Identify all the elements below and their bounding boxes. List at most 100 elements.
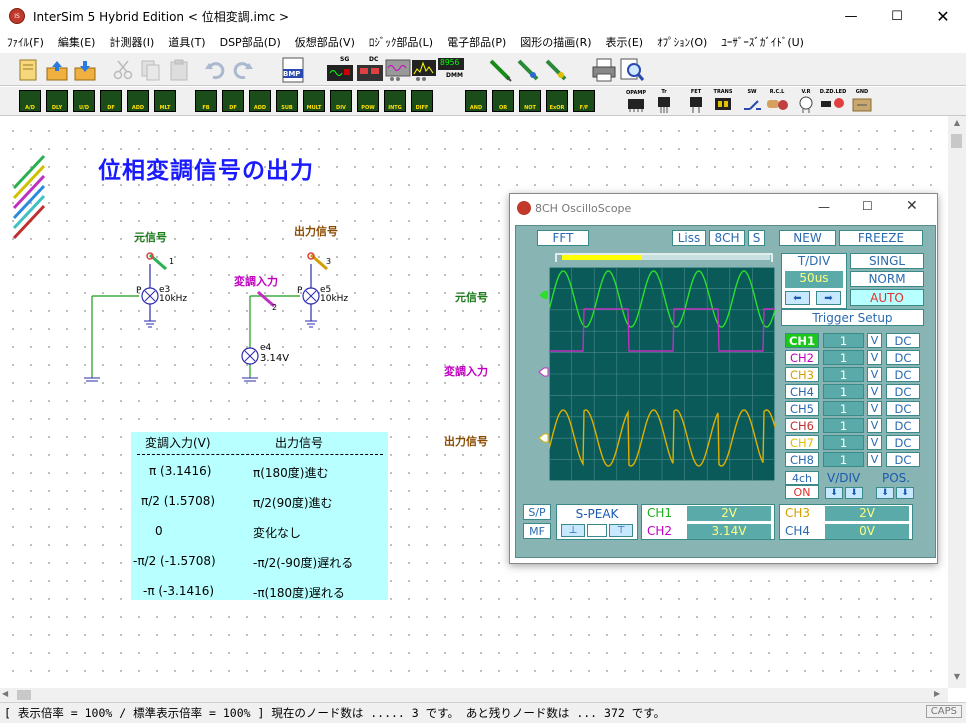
new-file-icon[interactable]: [17, 58, 39, 82]
print-preview-icon[interactable]: [619, 57, 645, 83]
ch5-volts[interactable]: 1: [823, 401, 864, 416]
freeze-button[interactable]: FREEZE: [839, 230, 923, 246]
spectrum-analyzer-icon[interactable]: [411, 57, 437, 83]
vertical-scrollbar[interactable]: ▲ ▼: [948, 116, 966, 688]
liss-button[interactable]: Liss: [672, 230, 706, 246]
fet-part-icon[interactable]: FET: [684, 88, 708, 114]
ch6-volts[interactable]: 1: [823, 418, 864, 433]
fft-button[interactable]: FFT: [537, 230, 589, 246]
scroll-down-arrow-icon[interactable]: ▼: [951, 672, 963, 684]
sp-button[interactable]: S/P: [523, 504, 551, 520]
menu-logic-parts[interactable]: ﾛｼﾞｯｸ部品(L): [362, 34, 440, 50]
ground-part-icon[interactable]: GND: [850, 88, 874, 114]
rcl-part-icon[interactable]: R.C.L: [764, 88, 790, 114]
undo-icon[interactable]: [203, 58, 227, 82]
vertical-scroll-thumb[interactable]: [951, 134, 962, 148]
ch5-name[interactable]: CH5: [785, 401, 819, 416]
logic-ff-button[interactable]: F/F: [573, 90, 595, 112]
tdiv-left-arrow-icon[interactable]: ⬅: [785, 291, 810, 305]
ch6-coupling[interactable]: DC: [886, 418, 920, 433]
save-file-icon[interactable]: [73, 58, 97, 82]
new-button[interactable]: NEW: [779, 230, 836, 246]
menu-options[interactable]: ｵﾌﾟｼｮﾝ(O): [650, 34, 714, 50]
ch4-coupling[interactable]: DC: [886, 384, 920, 399]
minimize-button[interactable]: —: [828, 0, 874, 32]
ch3-volts[interactable]: 1: [823, 367, 864, 382]
trigger-setup-button[interactable]: Trigger Setup: [781, 309, 924, 326]
trigger-position-bar[interactable]: [554, 252, 774, 264]
probe-green-icon[interactable]: [487, 57, 513, 83]
ch1-volts[interactable]: 1: [823, 333, 864, 348]
ch4-name[interactable]: CH4: [785, 384, 819, 399]
ch1-name[interactable]: CH1: [785, 333, 819, 348]
speak-low-icon[interactable]: ⊥: [561, 524, 585, 537]
switch-part-icon[interactable]: SW: [740, 88, 764, 114]
dc-source-icon[interactable]: DC: [356, 56, 384, 83]
logic-not-button[interactable]: NOT: [519, 90, 541, 112]
probe-yellow-icon[interactable]: [543, 57, 569, 83]
ch8-coupling[interactable]: DC: [886, 452, 920, 467]
single-trigger-button[interactable]: SINGL: [850, 253, 924, 269]
speak-mid-button[interactable]: [587, 524, 607, 537]
menu-virtual-parts[interactable]: 仮想部品(V): [288, 34, 362, 50]
scope-close-button[interactable]: ✕: [906, 198, 920, 214]
dsp-ud-button[interactable]: U/D: [73, 90, 95, 112]
ch4-volts[interactable]: 1: [823, 384, 864, 399]
scroll-up-arrow-icon[interactable]: ▲: [951, 118, 963, 130]
dsp-add-button[interactable]: ADD: [127, 90, 149, 112]
ch8-name[interactable]: CH8: [785, 452, 819, 467]
virtual-df-button[interactable]: DF: [222, 90, 244, 112]
menu-instruments[interactable]: 計測器(I): [102, 34, 161, 50]
maximize-button[interactable]: ☐: [874, 0, 920, 32]
ch3-name[interactable]: CH3: [785, 367, 819, 382]
vdiv-up-arrow-icon[interactable]: ⬇: [845, 487, 863, 499]
speak-high-icon[interactable]: ⊤: [609, 524, 633, 537]
virtual-pow-button[interactable]: POW: [357, 90, 379, 112]
app-icon[interactable]: IS: [9, 8, 25, 24]
ch7-volts[interactable]: 1: [823, 435, 864, 450]
open-file-icon[interactable]: [45, 58, 69, 82]
virtual-fb-button[interactable]: FB: [195, 90, 217, 112]
oscilloscope-titlebar[interactable]: 8CH OscilloScope — ☐ ✕: [510, 194, 937, 222]
dmm-icon[interactable]: 8956 DMM: [437, 57, 465, 83]
virtual-sub-button[interactable]: SUB: [276, 90, 298, 112]
virtual-diff-button[interactable]: DIFF: [411, 90, 433, 112]
ch7-coupling[interactable]: DC: [886, 435, 920, 450]
signal-generator-icon[interactable]: SG: [326, 56, 354, 83]
ch3-coupling[interactable]: DC: [886, 367, 920, 382]
ch2-volts[interactable]: 1: [823, 350, 864, 365]
printer-icon[interactable]: [591, 57, 617, 83]
menu-tools[interactable]: 道具(T): [161, 34, 212, 50]
logic-or-button[interactable]: OR: [492, 90, 514, 112]
menu-view[interactable]: 表示(E): [599, 34, 651, 50]
pos-down-arrow-icon[interactable]: ⬇: [876, 487, 894, 499]
on-button[interactable]: ON: [785, 485, 819, 499]
menu-file[interactable]: ﾌｧｲﾙ(F): [0, 34, 51, 50]
oscilloscope-tool-icon[interactable]: [385, 57, 411, 83]
pos-up-arrow-icon[interactable]: ⬇: [896, 487, 914, 499]
probe-blue-icon[interactable]: [515, 57, 541, 83]
ch1-coupling[interactable]: DC: [886, 333, 920, 348]
scope-minimize-button[interactable]: —: [818, 200, 832, 214]
scroll-left-arrow-icon[interactable]: ◀: [2, 689, 14, 701]
transformer-part-icon[interactable]: TRANS: [710, 88, 736, 114]
s-button[interactable]: S: [748, 230, 765, 246]
dsp-ad-button[interactable]: A/D: [19, 90, 41, 112]
four-ch-button[interactable]: 4ch: [785, 471, 819, 485]
diode-led-part-icon[interactable]: D.ZD.LED: [818, 88, 848, 114]
ch6-name[interactable]: CH6: [785, 418, 819, 433]
auto-trigger-button[interactable]: AUTO: [850, 289, 924, 306]
menu-users-guide[interactable]: ﾕｰｻﾞｰｽﾞｶﾞｲﾄﾞ(U): [714, 34, 811, 50]
menu-draw[interactable]: 図形の描画(R): [513, 34, 598, 50]
transistor-part-icon[interactable]: Tr: [652, 88, 676, 114]
scope-maximize-button[interactable]: ☐: [862, 199, 876, 213]
ch2-coupling[interactable]: DC: [886, 350, 920, 365]
menu-edit[interactable]: 編集(E): [51, 34, 103, 50]
menu-electronic-parts[interactable]: 電子部品(P): [440, 34, 513, 50]
dsp-df-button[interactable]: DF: [100, 90, 122, 112]
bmp-export-icon[interactable]: BMP: [279, 57, 307, 83]
mf-button[interactable]: MF: [523, 523, 551, 539]
normal-trigger-button[interactable]: NORM: [850, 271, 924, 287]
dsp-delay-button[interactable]: DLY: [46, 90, 68, 112]
virtual-mult-button[interactable]: MULT: [303, 90, 325, 112]
